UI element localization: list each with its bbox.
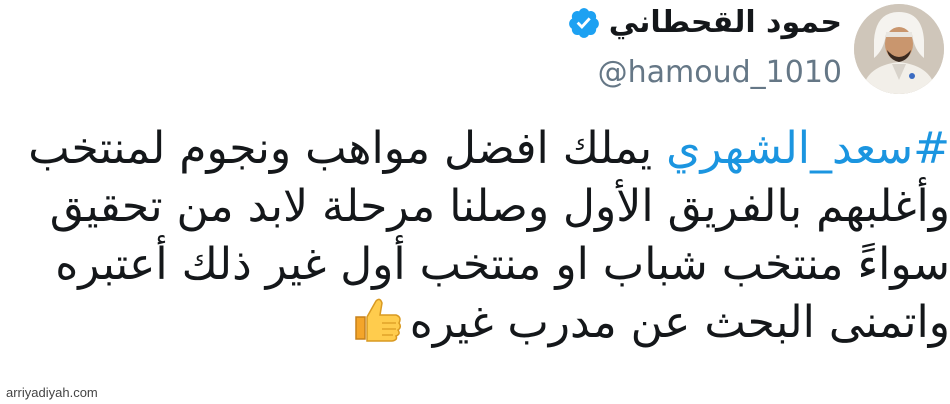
site-watermark: arriyadiyah.com <box>6 385 98 400</box>
author-name-row: حمود القحطاني <box>512 2 842 44</box>
author-handle[interactable]: @hamoud_1010 <box>512 50 842 96</box>
avatar[interactable] <box>854 4 944 94</box>
tweet-line-4: واتمنى البحث عن مدرب غيره <box>0 294 950 352</box>
tweet-line-2: وأغلبهم بالفريق الأول وصلنا مرحلة لابد م… <box>49 181 950 232</box>
tweet-line-3: سواءً منتخب شباب او منتخب أول غير ذلك أع… <box>55 239 950 290</box>
tweet-line-1: #سعد_الشهري يملك افضل مواهب ونجوم لمنتخب <box>0 120 950 178</box>
tweet-line-4-text: واتمنى البحث عن مدرب غيره <box>409 297 950 348</box>
avatar-image <box>854 4 944 94</box>
tweet-text: #سعد_الشهري يملك افضل مواهب ونجوم لمنتخب… <box>0 120 950 352</box>
tweet-card: حمود القحطاني @hamoud_1010 #سعد_الشهري ي… <box>0 0 950 404</box>
verified-badge-icon <box>568 8 599 38</box>
thumbs-up-icon <box>354 298 401 342</box>
tweet-author: حمود القحطاني @hamoud_1010 <box>512 2 842 96</box>
author-display-name[interactable]: حمود القحطاني <box>609 2 842 44</box>
hashtag-link[interactable]: #سعد_الشهري <box>666 123 950 174</box>
tweet-line-1-text: يملك افضل مواهب ونجوم لمنتخب <box>28 123 667 174</box>
